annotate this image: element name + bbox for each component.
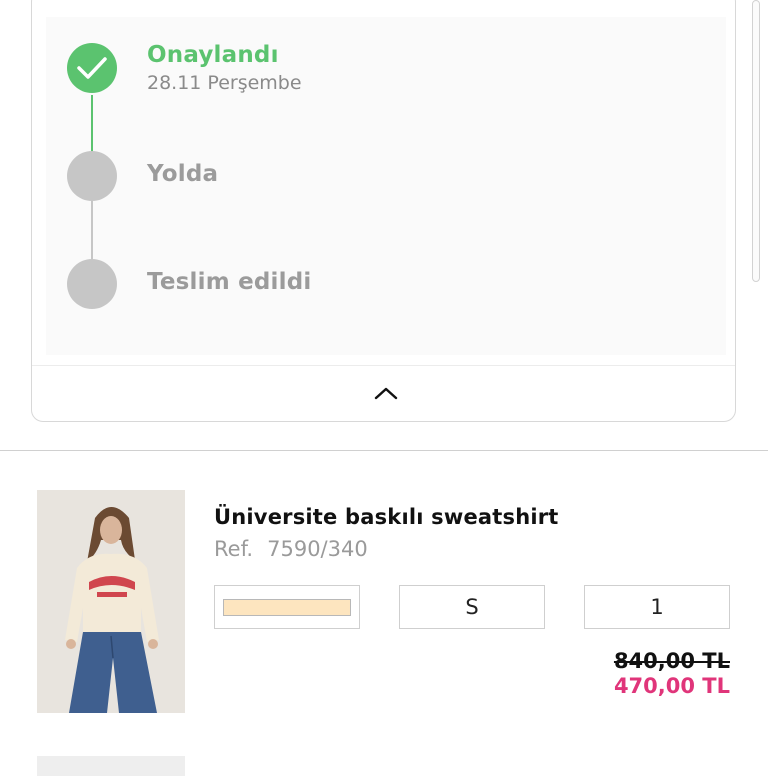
size-value: S <box>465 595 479 619</box>
step-approved-date: 28.11 Perşembe <box>147 72 302 94</box>
color-swatch <box>223 598 351 616</box>
product-ref-value: 7590/340 <box>267 537 368 561</box>
quantity-value: 1 <box>650 595 664 619</box>
order-status-card: Onaylandı 28.11 Perşembe Yolda Teslim ed… <box>31 0 736 422</box>
collapse-chevron-up-icon[interactable] <box>372 383 400 403</box>
sale-price: 470,00 TL <box>613 674 730 698</box>
step-delivered-dot-icon <box>67 259 117 309</box>
size-selector[interactable]: S <box>399 585 545 629</box>
product-reference: Ref. 7590/340 <box>214 537 368 561</box>
next-product-image[interactable] <box>37 756 185 776</box>
step-delivered-label: Teslim edildi <box>147 269 312 295</box>
product-title[interactable]: Üniversite baskılı sweatshirt <box>214 505 559 529</box>
status-timeline: Onaylandı 28.11 Perşembe Yolda Teslim ed… <box>46 17 726 355</box>
section-divider <box>0 450 768 451</box>
scrollbar[interactable] <box>752 0 760 282</box>
step-approved-label: Onaylandı <box>147 42 279 68</box>
color-selector[interactable] <box>214 585 360 629</box>
step-on-the-way-dot-icon <box>67 151 117 201</box>
original-price: 840,00 TL <box>613 649 730 673</box>
status-footer-divider <box>32 365 735 366</box>
product-image[interactable] <box>37 490 185 713</box>
step-on-the-way-label: Yolda <box>147 161 219 187</box>
step-approved-check-icon <box>67 43 117 93</box>
quantity-selector[interactable]: 1 <box>584 585 730 629</box>
product-ref-label: Ref. <box>214 537 254 561</box>
